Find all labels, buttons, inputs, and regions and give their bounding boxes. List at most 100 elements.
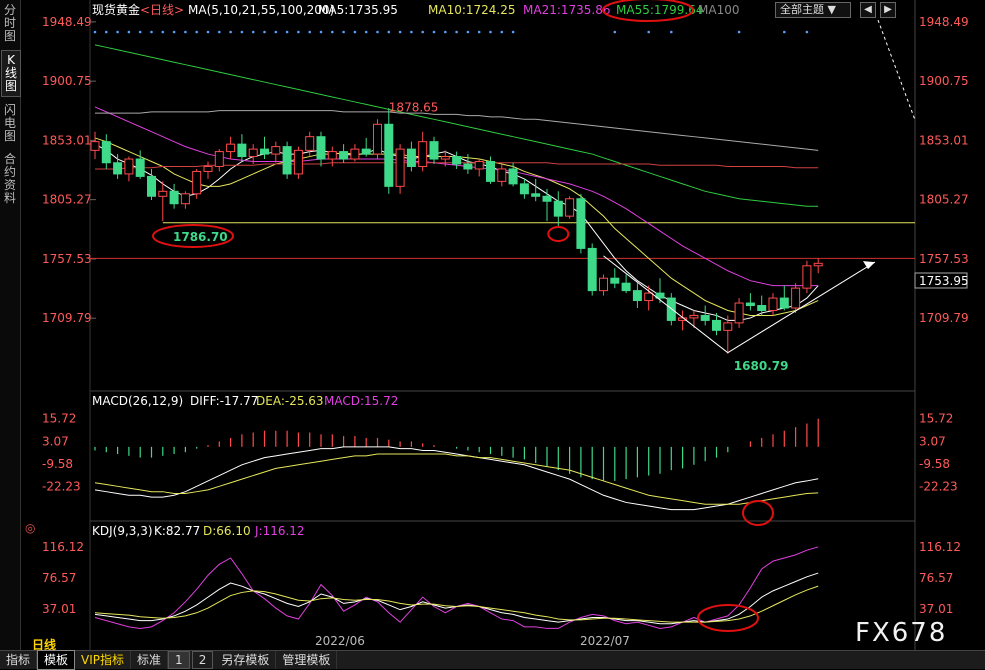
- macd-tick-left: 3.07: [42, 434, 69, 448]
- candle-up: [474, 161, 484, 170]
- signal-dot: [195, 30, 198, 34]
- candle-down: [237, 143, 247, 158]
- candlestick-chart[interactable]: 现货黄金 <日线> MA(5,10,21,55,100,200) MA5:173…: [20, 0, 985, 650]
- indicator-button[interactable]: 指标: [0, 651, 38, 669]
- candle-down: [260, 148, 269, 155]
- candle-down: [101, 141, 111, 164]
- kdj-title: KDJ(9,3,3): [92, 524, 153, 538]
- standard-button[interactable]: 标准: [131, 651, 169, 669]
- ma5-value: MA5:1735.95: [318, 3, 398, 17]
- candle-up: [350, 148, 360, 160]
- candle-up: [418, 141, 428, 167]
- prev-arrow-icon[interactable]: ◀: [860, 2, 876, 18]
- signal-dot: [172, 30, 176, 34]
- tab-flash-chart[interactable]: 闪电图: [1, 101, 19, 146]
- low-annotation: 1680.79: [734, 359, 789, 373]
- candle-down: [621, 282, 631, 292]
- signal-dot: [805, 30, 809, 34]
- price-tick-right: 1757.53: [919, 252, 969, 266]
- theme-select[interactable]: 全部主题 ▼: [775, 2, 851, 18]
- candle-up: [293, 149, 303, 175]
- candle-up: [192, 170, 202, 195]
- candle-down: [406, 148, 416, 167]
- macd-tick-right: 15.72: [919, 412, 953, 426]
- candle-down: [384, 123, 394, 187]
- high-annotation: 1878.65: [389, 101, 439, 115]
- candle-down: [316, 136, 326, 160]
- candle-up: [395, 148, 405, 187]
- kdj-tick-left: 76.57: [42, 571, 76, 585]
- candle-up: [327, 151, 337, 160]
- macd-title: MACD(26,12,9): [92, 394, 183, 408]
- signal-dot: [263, 30, 266, 34]
- tab-contract-info[interactable]: 合约资料: [1, 150, 19, 208]
- page-1-button[interactable]: 1: [168, 651, 190, 669]
- price-tick-left: 1948.49: [42, 15, 92, 29]
- macd-tick-left: -9.58: [42, 457, 73, 471]
- template-button[interactable]: 模板: [37, 650, 76, 670]
- page-2-button[interactable]: 2: [191, 651, 214, 669]
- candle-down: [542, 195, 552, 202]
- kdj-cross-circle: [697, 604, 759, 632]
- candle-down: [779, 297, 789, 309]
- signal-dot: [783, 30, 786, 34]
- left-tab-strip: 分时图 K线图 闪电图 合约资料: [0, 0, 21, 650]
- signal-dot: [105, 30, 108, 34]
- kdj-d-line: [94, 585, 819, 623]
- candle-up: [271, 146, 281, 155]
- ma-line-ma100: [95, 110, 819, 151]
- tab-kline[interactable]: K线图: [1, 50, 21, 97]
- signal-dot: [138, 30, 142, 34]
- bottom-toolbar: 指标 模板 VIP指标 标准 1 2 另存模板 管理模板: [0, 650, 985, 670]
- candle-up: [180, 193, 190, 205]
- signal-dot: [500, 30, 504, 34]
- candle-down: [757, 305, 767, 311]
- signal-dot: [466, 30, 470, 34]
- candle-down: [508, 168, 518, 185]
- candle-down: [147, 175, 156, 197]
- macd-diff-value: DIFF:-17.77: [190, 394, 258, 408]
- candle-up: [124, 158, 134, 175]
- tab-timeshare[interactable]: 分时图: [1, 1, 19, 46]
- save-template-button[interactable]: 另存模板: [215, 651, 277, 669]
- candle-up: [90, 141, 100, 151]
- signal-dot: [364, 30, 368, 34]
- candle-up: [214, 151, 224, 167]
- signal-dot: [353, 30, 357, 34]
- candle-up: [440, 156, 450, 160]
- signal-dot: [297, 30, 300, 34]
- candle-down: [712, 319, 721, 331]
- ma21-value: MA21:1735.86: [523, 3, 611, 17]
- price-tick-right: 1805.27: [919, 193, 969, 207]
- candle-up: [813, 262, 823, 267]
- vip-indicator-button[interactable]: VIP指标: [75, 651, 132, 669]
- manage-template-button[interactable]: 管理模板: [276, 651, 338, 669]
- moving-average-lines: [94, 44, 819, 321]
- signal-dot: [229, 30, 232, 34]
- down-trend-arrow: [603, 255, 729, 354]
- next-arrow-icon[interactable]: ▶: [880, 2, 896, 18]
- ma10-value: MA10:1724.25: [428, 3, 516, 17]
- candle-up: [768, 297, 778, 311]
- kdj-j-line: [94, 546, 819, 629]
- candle-down: [282, 146, 292, 175]
- candle-down: [531, 193, 541, 197]
- price-tick-right: 1948.49: [919, 15, 969, 29]
- price-tick-left: 1853.01: [42, 133, 92, 147]
- kdj-gear-icon[interactable]: ◎: [25, 521, 35, 535]
- price-tick-right: 1900.75: [919, 74, 969, 88]
- macd-hist-value: MACD:15.72: [324, 394, 398, 408]
- signal-dot: [93, 30, 97, 34]
- kdj-tick-left: 37.01: [42, 602, 76, 616]
- signal-dot: [251, 30, 255, 34]
- candle-down: [576, 198, 586, 249]
- candle-up: [723, 322, 733, 331]
- price-tick-right: 1709.79: [919, 311, 969, 325]
- signal-dot: [116, 30, 119, 34]
- macd-axis: 15.72 15.72 3.07 3.07 -9.58 -9.58 -22.23 -22.23: [42, 412, 958, 494]
- price-tick-left: 1805.27: [42, 193, 92, 207]
- candle-up: [373, 123, 382, 155]
- date-label-july: 2022/07: [580, 634, 630, 648]
- candle-down: [169, 190, 179, 205]
- candle-up: [734, 302, 744, 324]
